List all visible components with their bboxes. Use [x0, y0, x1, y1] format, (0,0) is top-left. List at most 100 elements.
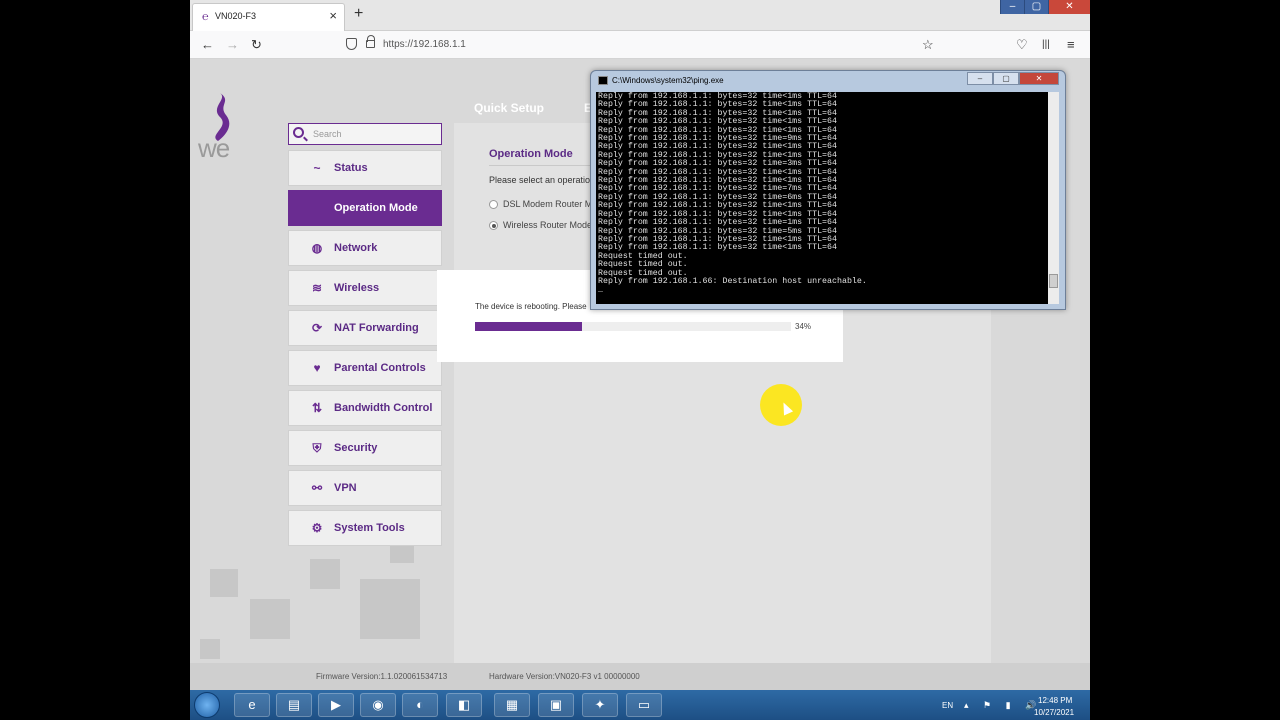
radio-wireless-router[interactable]: Wireless Router Mode — [489, 220, 593, 231]
sidebar-item-label: System Tools — [334, 522, 405, 534]
forward-icon[interactable]: → — [226, 37, 239, 52]
console-maximize-button[interactable]: ▢ — [993, 72, 1019, 85]
app-menu-icon[interactable]: ≡ — [1067, 37, 1075, 52]
console-window-controls: – ▢ ✕ — [967, 72, 1059, 85]
up-down-arrows-icon: ⇅ — [311, 401, 323, 415]
reboot-message: The device is rebooting. Please — [475, 302, 587, 311]
sidebar-menu: ~ Status Operation Mode ◍ Network ≋ Wire… — [288, 150, 442, 550]
sidebar-item-label: Bandwidth Control — [334, 402, 433, 414]
start-button[interactable] — [194, 692, 220, 718]
new-tab-button[interactable]: + — [354, 5, 363, 23]
close-button[interactable]: ✕ — [1048, 0, 1090, 14]
radio-dsl-modem-router[interactable]: DSL Modem Router M — [489, 199, 593, 210]
tab-close-icon[interactable]: × — [329, 8, 337, 23]
console-scrollbar[interactable] — [1048, 92, 1059, 304]
quick-setup-tab[interactable]: Quick Setup — [474, 101, 544, 115]
hardware-version: Hardware Version:VN020-F3 v1 00000000 — [489, 672, 640, 681]
console-close-button[interactable]: ✕ — [1019, 72, 1059, 85]
globe-icon: ◍ — [311, 241, 323, 255]
search-icon — [293, 127, 304, 138]
system-tray-icons[interactable]: ▴ ⚑ ▮ 🔊 — [964, 700, 1042, 711]
console-minimize-button[interactable]: – — [967, 72, 993, 85]
search-placeholder: Search — [313, 129, 342, 139]
sidebar-item-network[interactable]: ◍ Network — [288, 230, 442, 266]
language-indicator[interactable]: EN — [942, 701, 953, 710]
console-scroll-thumb[interactable] — [1049, 274, 1058, 288]
network-taskbar-icon[interactable]: ▣ — [538, 693, 574, 717]
wifi-icon: ≋ — [311, 281, 323, 295]
console-output: Reply from 192.168.1.1: bytes=32 time<1m… — [596, 92, 1048, 304]
ie-taskbar-icon[interactable]: e — [234, 693, 270, 717]
sidebar-item-nat-forwarding[interactable]: ⟳ NAT Forwarding — [288, 310, 442, 346]
key-icon: ⚯ — [311, 481, 323, 495]
taskbar: e ▤ ▶ ◉ ◐ ◧ ▦ ▣ ✦ ▭ EN ▴ ⚑ ▮ 🔊 12:48 PM … — [190, 690, 1090, 720]
console-icon — [598, 76, 608, 85]
heart-icon: ♥ — [313, 361, 321, 375]
router-footer: Firmware Version:1.1.020061534713 Hardwa… — [190, 663, 1090, 690]
library-icon[interactable]: ||| — [1042, 39, 1050, 50]
sidebar-item-label: Status — [334, 162, 368, 174]
sidebar-item-operation-mode[interactable]: Operation Mode — [288, 190, 442, 226]
firmware-version: Firmware Version:1.1.020061534713 — [316, 672, 448, 681]
lock-icon[interactable] — [366, 35, 375, 48]
console-taskbar-icon[interactable]: ▭ — [626, 693, 662, 717]
pocket-icon[interactable]: ♡ — [1016, 37, 1028, 53]
sidebar-item-status[interactable]: ~ Status — [288, 150, 442, 186]
window-controls: – ▢ ✕ — [1000, 0, 1090, 14]
console-line: _ — [598, 285, 603, 295]
minimize-button[interactable]: – — [1000, 0, 1024, 14]
sidebar-item-label: NAT Forwarding — [334, 322, 419, 334]
clock-time[interactable]: 12:48 PM — [1038, 696, 1072, 705]
media-taskbar-icon[interactable]: ▶ — [318, 693, 354, 717]
sidebar-item-label: Network — [334, 242, 378, 254]
we-favicon-icon: ℮ — [202, 11, 209, 23]
radio-label: DSL Modem Router M — [503, 199, 593, 209]
sidebar-item-wireless[interactable]: ≋ Wireless — [288, 270, 442, 306]
page-title: Operation Mode — [489, 148, 573, 160]
sidebar-item-vpn[interactable]: ⚯ VPN — [288, 470, 442, 506]
address-bar[interactable]: https://192.168.1.1 — [383, 39, 466, 50]
chrome-taskbar-icon[interactable]: ◉ — [360, 693, 396, 717]
sidebar-item-label: Operation Mode — [334, 202, 418, 214]
firefox-taskbar-icon[interactable]: ◐ — [402, 693, 438, 717]
progress-percent: 34% — [795, 322, 812, 331]
app-taskbar-icon[interactable]: ◧ — [446, 693, 482, 717]
forwarding-icon: ⟳ — [311, 321, 323, 335]
nav-bar: ← → ↻ https://192.168.1.1 ☆ ♡ ||| ≡ — [190, 31, 1090, 59]
sidebar-item-label: Parental Controls — [334, 362, 426, 374]
app-taskbar-icon-2[interactable]: ▦ — [494, 693, 530, 717]
explorer-taskbar-icon[interactable]: ▤ — [276, 693, 312, 717]
clock-date[interactable]: 10/27/2021 — [1034, 708, 1074, 717]
pulse-icon: ~ — [313, 161, 321, 175]
sidebar-item-parental-controls[interactable]: ♥ Parental Controls — [288, 350, 442, 386]
radio-circle-checked[interactable] — [489, 221, 498, 231]
shield-icon: ⛨ — [312, 441, 322, 455]
sidebar-item-label: VPN — [334, 482, 357, 494]
tool-taskbar-icon[interactable]: ✦ — [582, 693, 618, 717]
tracking-shield-icon[interactable] — [346, 38, 357, 50]
browser-tab[interactable]: ℮ VN020-F3 × — [192, 3, 345, 31]
console-title: C:\Windows\system32\ping.exe — [612, 76, 724, 85]
back-icon[interactable]: ← — [201, 37, 214, 52]
search-input[interactable]: Search — [288, 123, 442, 145]
progress-bar-fill — [475, 322, 583, 331]
ping-console-window[interactable]: C:\Windows\system32\ping.exe – ▢ ✕ Reply… — [590, 70, 1066, 310]
bookmark-star-icon[interactable]: ☆ — [922, 37, 934, 53]
sidebar-item-security[interactable]: ⛨ Security — [288, 430, 442, 466]
sidebar-item-label: Security — [334, 442, 378, 454]
sidebar-item-label: Wireless — [334, 282, 380, 294]
reload-icon[interactable]: ↻ — [251, 37, 262, 53]
operation-description: Please select an operation — [489, 175, 596, 185]
maximize-button[interactable]: ▢ — [1024, 0, 1048, 14]
tab-title: VN020-F3 — [215, 11, 257, 21]
gear-icon: ⚙ — [311, 521, 323, 535]
tab-bar: ℮ VN020-F3 × + – ▢ ✕ — [190, 0, 1090, 31]
progress-bar — [475, 322, 791, 331]
sidebar-item-system-tools[interactable]: ⚙ System Tools — [288, 510, 442, 546]
console-lines: Reply from 192.168.1.1: bytes=32 time<1m… — [598, 92, 867, 295]
we-logo-text: we — [198, 133, 230, 163]
radio-label: Wireless Router Mode — [503, 220, 593, 230]
radio-circle[interactable] — [489, 200, 498, 210]
desktop-screen: ℮ VN020-F3 × + – ▢ ✕ ← → ↻ https://192.1… — [0, 0, 1280, 720]
sidebar-item-bandwidth-control[interactable]: ⇅ Bandwidth Control — [288, 390, 442, 426]
